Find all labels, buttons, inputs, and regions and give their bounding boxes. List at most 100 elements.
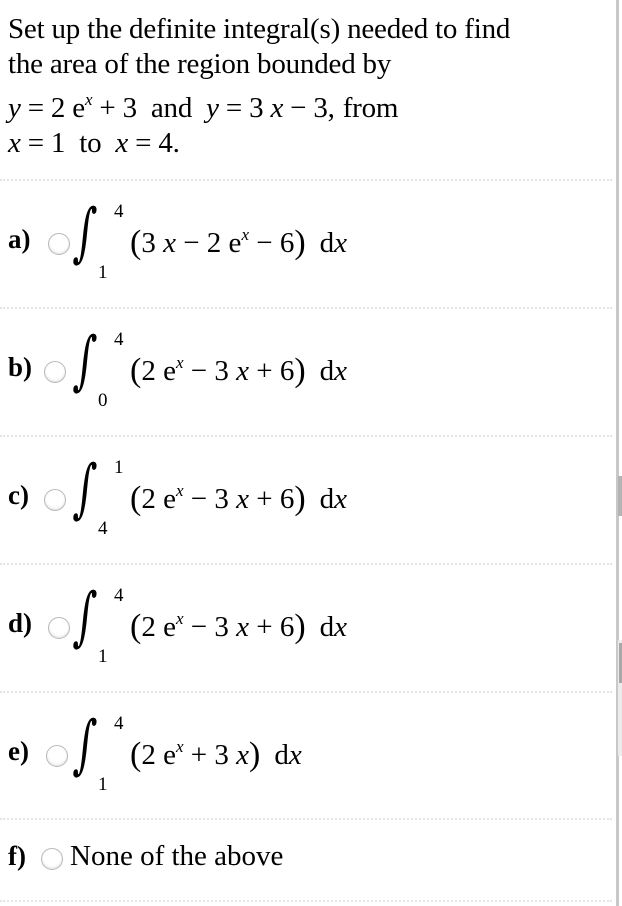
integral-sign-icon: ∫ (71, 324, 99, 398)
variable-x: x (236, 611, 249, 643)
term: 2 e (141, 611, 176, 643)
lower-limit: 1 (98, 646, 108, 667)
exponent: x (175, 609, 184, 628)
term: + 6 (248, 611, 295, 643)
open-paren: ( (130, 352, 142, 389)
option-letter: d) (8, 608, 33, 638)
eq1-lhs: = 2 e (20, 92, 85, 124)
option-d[interactable]: d) ∫ 4 1 (2 ex − 3 x + 6) dx (0, 564, 612, 691)
question-equations: y = 2 ex + 3 and y = 3 x − 3, from (8, 82, 608, 126)
integral-sign-icon: ∫ (71, 196, 99, 270)
exponent: x (175, 481, 184, 500)
variable-x: x (236, 739, 249, 771)
upper-limit: 4 (114, 201, 124, 222)
option-f[interactable]: f) None of the above (0, 819, 612, 899)
range-eq2: = 4. (128, 127, 180, 159)
term: − 2 e (175, 227, 242, 259)
scrollbar-track[interactable] (616, 0, 619, 906)
upper-limit: 4 (114, 585, 124, 606)
lower-limit: 1 (98, 262, 108, 283)
term: + 6 (248, 355, 295, 387)
radio-button[interactable] (46, 745, 68, 767)
integral-sign-icon: ∫ (71, 708, 99, 782)
eq1-y: y (8, 92, 21, 124)
term: − 3 (183, 355, 237, 387)
term: + 3 (183, 739, 237, 771)
upper-limit: 4 (114, 329, 124, 350)
option-letter: e) (8, 736, 29, 766)
differential-d: d (319, 611, 335, 643)
question-line-2: the area of the region bounded by (8, 48, 392, 80)
option-letter: f) (8, 841, 26, 871)
differential-x: x (334, 483, 348, 515)
upper-limit: 4 (114, 713, 124, 734)
term: − 3 (183, 611, 237, 643)
option-text: None of the above (70, 840, 284, 872)
eq2-x: x (270, 92, 284, 124)
variable-x: x (236, 355, 249, 387)
differential-x: x (334, 611, 348, 643)
option-a[interactable]: a) ∫ 4 1 (3 x − 2 ex − 6) dx (0, 180, 612, 307)
radio-button[interactable] (41, 848, 63, 870)
integrand: (2 ex − 3 x + 6) dx (130, 352, 347, 390)
differential-d: d (319, 355, 335, 387)
and-word: and (150, 92, 193, 124)
lower-limit: 1 (98, 774, 108, 795)
eq1-rest: + 3 (92, 92, 137, 124)
option-b[interactable]: b) ∫ 4 0 (2 ex − 3 x + 6) dx (0, 308, 612, 435)
range-eq1: = 1 (20, 127, 66, 159)
radio-button[interactable] (44, 489, 66, 511)
radio-button[interactable] (44, 361, 66, 383)
from-word: from (342, 92, 399, 124)
close-paren: ) (294, 352, 306, 389)
integral-sign-icon: ∫ (71, 580, 99, 654)
radio-button[interactable] (48, 617, 70, 639)
lower-limit: 4 (98, 518, 108, 539)
divider (0, 900, 612, 902)
differential-x: x (334, 227, 348, 259)
integrand: (2 ex − 3 x + 6) dx (130, 480, 347, 518)
eq2-y: y (206, 92, 219, 124)
upper-limit: 1 (114, 457, 124, 478)
term: 2 e (141, 355, 176, 387)
differential-d: d (319, 483, 335, 515)
term: + 6 (248, 483, 295, 515)
variable-x: x (236, 483, 249, 515)
close-paren: ) (294, 608, 306, 645)
close-paren: ) (248, 736, 261, 773)
option-letter: c) (8, 480, 29, 510)
question-range: x = 1 to x = 4. (8, 126, 608, 161)
close-paren: ) (294, 224, 306, 261)
integrand: (2 ex − 3 x + 6) dx (130, 608, 347, 646)
exponent: x (241, 225, 249, 244)
radio-button[interactable] (48, 233, 70, 255)
term: 2 e (141, 739, 176, 771)
term: − 3 (183, 483, 237, 515)
exponent: x (175, 353, 184, 372)
differential-x: x (288, 739, 302, 771)
question-line-1: Set up the definite integral(s) needed t… (8, 13, 511, 45)
option-letter: a) (8, 224, 31, 254)
term: 3 (141, 227, 164, 259)
eq2-rest: − 3, (283, 92, 335, 124)
differential-x: x (334, 355, 348, 387)
integral-sign-icon: ∫ (71, 452, 99, 526)
option-e[interactable]: e) ∫ 4 1 (2 ex + 3 x) dx (0, 692, 612, 819)
option-letter: b) (8, 352, 33, 382)
scrollbar-thumb[interactable] (618, 476, 622, 516)
integrand: (3 x − 2 ex − 6) dx (130, 224, 347, 262)
exponent: x (175, 737, 184, 756)
to-word: to (79, 127, 102, 159)
integrand: (2 ex + 3 x) dx (130, 736, 302, 774)
differential-d: d (319, 227, 335, 259)
open-paren: ( (130, 480, 142, 517)
lower-limit: 0 (98, 390, 108, 411)
question-text: Set up the definite integral(s) needed t… (8, 12, 608, 161)
close-paren: ) (294, 480, 306, 517)
open-paren: ( (130, 224, 142, 261)
term: − 6 (248, 227, 295, 259)
open-paren: ( (130, 736, 142, 773)
option-c[interactable]: c) ∫ 1 4 (2 ex − 3 x + 6) dx (0, 436, 612, 563)
differential-d: d (274, 739, 289, 771)
variable-x: x (163, 227, 176, 259)
